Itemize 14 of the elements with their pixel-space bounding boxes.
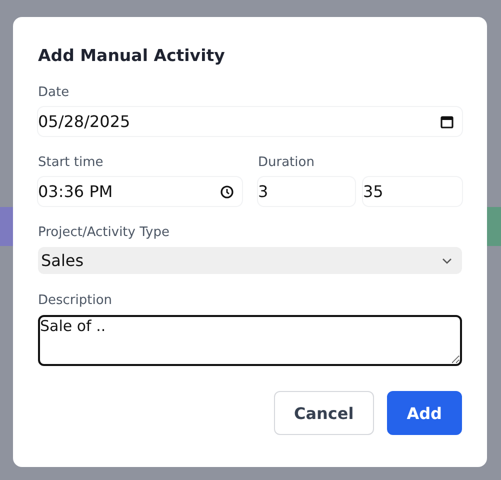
field-label: Duration: [258, 154, 316, 172]
description-field[interactable]: Sale of ..: [38, 315, 462, 366]
field-label: Start time: [38, 154, 104, 172]
activity-type-dropdown[interactable]: Sales: [38, 247, 462, 274]
time-field[interactable]: 03:36 PM: [38, 177, 242, 206]
minutes-field[interactable]: 35: [363, 177, 462, 206]
cancel-button[interactable]: Cancel: [274, 391, 374, 435]
hours-field[interactable]: 3: [258, 177, 355, 206]
field-label: Description: [38, 292, 114, 310]
field-label: Project/Activity Type: [38, 224, 170, 242]
dialog-title: Add Manual Activity: [38, 45, 226, 67]
add-button[interactable]: Add: [386, 391, 462, 435]
field-label: Date: [38, 84, 70, 102]
date-field[interactable]: 05/28/2025: [38, 107, 462, 136]
